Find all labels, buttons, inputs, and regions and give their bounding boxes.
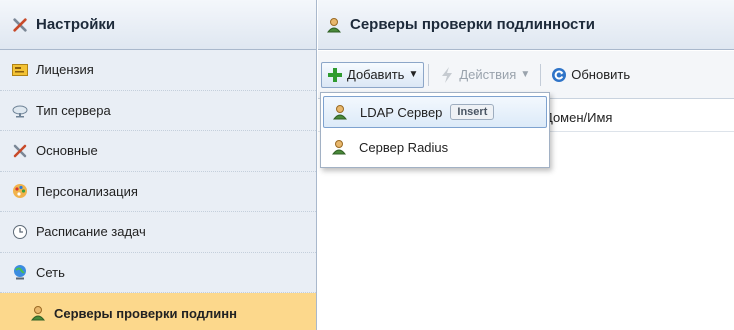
sidebar-item-label: Лицензия: [36, 62, 94, 78]
chevron-down-icon: ▼: [408, 69, 419, 80]
menu-item-ldap-server[interactable]: LDAP Сервер Insert: [323, 96, 547, 128]
sidebar-item-label: Серверы проверки подлинн: [54, 305, 237, 321]
actions-button-label: Действия: [459, 67, 517, 82]
sidebar-item-auth-servers[interactable]: Серверы проверки подлинн: [0, 293, 316, 330]
palette-icon: [12, 183, 28, 199]
sidebar-item-label: Персонализация: [36, 183, 138, 199]
clock-icon: [12, 224, 28, 240]
sidebar-item-task-schedule[interactable]: Расписание задач: [0, 212, 316, 253]
sidebar-item-label: Сеть: [36, 264, 65, 280]
sidebar-item-license[interactable]: Лицензия: [0, 50, 316, 91]
toolbar-separator: [428, 63, 430, 86]
sidebar-item-label: Основные: [36, 143, 98, 159]
page-title: Серверы проверки подлинности: [350, 16, 595, 33]
add-button-label: Добавить: [347, 67, 405, 82]
settings-tools-icon: [12, 17, 28, 33]
user-icon: [326, 17, 342, 33]
refresh-icon: [551, 67, 567, 83]
settings-sidebar: Настройки Лицензия Тип сервера Основные …: [0, 0, 317, 330]
sidebar-item-label: Расписание задач: [36, 224, 146, 240]
refresh-button[interactable]: Обновить: [545, 62, 636, 88]
add-button[interactable]: Добавить ▼: [321, 61, 425, 88]
actions-button[interactable]: Действия ▼: [433, 62, 536, 88]
sidebar-title: Настройки: [36, 16, 116, 33]
shortcut-badge: Insert: [450, 104, 495, 120]
sidebar-item-server-type[interactable]: Тип сервера: [0, 91, 316, 131]
toolbar-separator: [540, 63, 542, 86]
network-globe-icon: [12, 264, 28, 280]
sidebar-item-label: Тип сервера: [36, 102, 111, 118]
settings-tools-icon: [12, 143, 28, 159]
user-icon: [332, 104, 348, 120]
user-icon: [30, 305, 46, 321]
add-dropdown-menu: LDAP Сервер Insert Сервер Radius: [320, 92, 550, 168]
sidebar-header: Настройки: [0, 0, 316, 50]
main-header: Серверы проверки подлинности: [318, 0, 734, 50]
menu-item-label: LDAP Сервер: [360, 104, 443, 120]
menu-item-label: Сервер Radius: [359, 139, 449, 155]
plus-icon: [327, 67, 343, 83]
sidebar-item-general[interactable]: Основные: [0, 131, 316, 172]
sidebar-item-network[interactable]: Сеть: [0, 253, 316, 293]
chevron-down-icon: ▼: [520, 69, 531, 80]
sidebar-item-personalization[interactable]: Персонализация: [0, 172, 316, 212]
menu-item-radius-server[interactable]: Сервер Radius: [323, 131, 547, 163]
settings-window: Настройки Лицензия Тип сервера Основные …: [0, 0, 734, 330]
refresh-button-label: Обновить: [571, 67, 631, 82]
license-icon: [12, 62, 28, 78]
column-header-domain-name[interactable]: Домен/Имя: [544, 110, 612, 125]
user-icon: [331, 139, 347, 155]
server-type-icon: [12, 102, 28, 118]
lightning-icon: [439, 66, 455, 83]
